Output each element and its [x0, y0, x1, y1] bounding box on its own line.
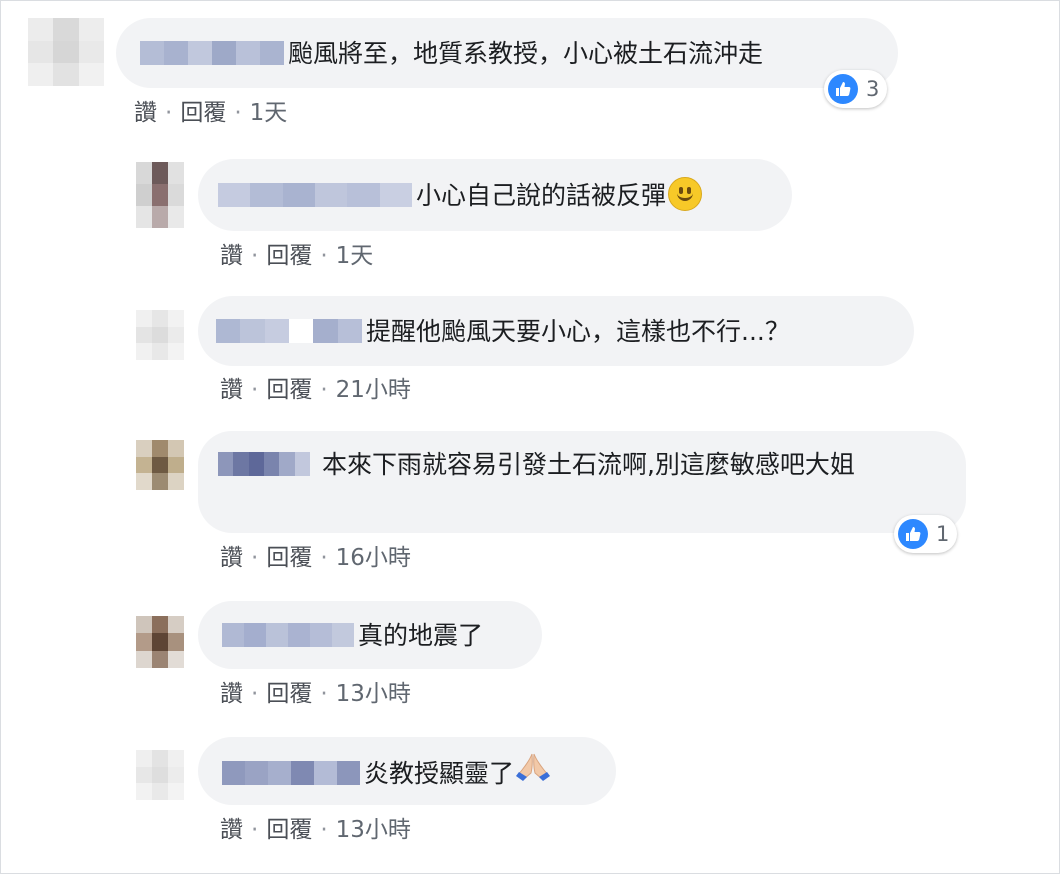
comment-bubble: 真的地震了 — [198, 601, 542, 669]
reply-link[interactable]: 回覆 — [266, 377, 312, 403]
reaction-count-text: 3 — [866, 77, 880, 101]
separator: · — [251, 817, 259, 843]
author-name[interactable] — [218, 450, 310, 476]
comment-bubble: 颱風將至，地質系教授，小心被土石流沖走 — [116, 18, 898, 88]
like-link[interactable]: 讚 — [220, 817, 243, 843]
comment-meta: 讚 · 回覆 · 1天 — [220, 236, 373, 270]
comment-text: 炎教授顯靈了 — [364, 759, 515, 788]
avatar[interactable] — [136, 440, 184, 490]
comment-bubble: 提醒他颱風天要小心，這樣也不行...？ — [198, 296, 914, 366]
comment-meta: 讚 · 回覆 · 13小時 — [220, 674, 411, 708]
comment-text: 颱風將至，地質系教授，小心被土石流沖走 — [288, 39, 764, 68]
avatar[interactable] — [136, 750, 184, 800]
comment-meta: 讚 · 回覆 · 1天 — [134, 93, 287, 127]
like-link[interactable]: 讚 — [220, 681, 243, 707]
separator: · — [165, 100, 173, 126]
reaction-count-text: 1 — [936, 522, 950, 546]
reaction-count[interactable]: 1 — [894, 515, 958, 553]
comment-bubble: 小心自己說的話被反彈 — [198, 159, 792, 231]
comment-meta: 讚 · 回覆 · 13小時 — [220, 810, 411, 844]
reply-link[interactable]: 回覆 — [266, 681, 312, 707]
avatar[interactable] — [136, 310, 184, 360]
timestamp[interactable]: 13小時 — [336, 817, 411, 843]
timestamp[interactable]: 21小時 — [336, 377, 411, 403]
comment-bubble: 炎教授顯靈了 — [198, 737, 616, 805]
separator: · — [251, 681, 259, 707]
author-name[interactable] — [216, 317, 362, 343]
timestamp[interactable]: 16小時 — [336, 545, 411, 571]
comment-text: 本來下雨就容易引發土石流啊,別這麼敏感吧大姐 — [321, 450, 855, 479]
comment-text: 真的地震了 — [358, 621, 484, 650]
separator: · — [320, 545, 328, 571]
like-link[interactable]: 讚 — [220, 243, 243, 269]
comment-meta: 讚 · 回覆 · 21小時 — [220, 370, 411, 404]
like-link[interactable]: 讚 — [220, 377, 243, 403]
comment-text: 提醒他颱風天要小心，這樣也不行...？ — [366, 317, 790, 346]
smile-emoji — [668, 177, 703, 211]
timestamp[interactable]: 13小時 — [336, 681, 411, 707]
author-name[interactable] — [140, 39, 284, 65]
separator: · — [234, 100, 242, 126]
avatar[interactable] — [136, 162, 184, 228]
separator: · — [251, 545, 259, 571]
reply-link[interactable]: 回覆 — [266, 243, 312, 269]
like-link[interactable]: 讚 — [134, 100, 157, 126]
like-link[interactable]: 讚 — [220, 545, 243, 571]
separator: · — [320, 377, 328, 403]
timestamp[interactable]: 1天 — [336, 243, 374, 269]
author-name[interactable] — [222, 621, 354, 647]
separator: · — [251, 243, 259, 269]
separator: · — [320, 243, 328, 269]
author-name[interactable] — [222, 759, 360, 785]
comment-text: 小心自己說的話被反彈 — [416, 181, 667, 210]
reaction-count[interactable]: 3 — [824, 70, 888, 108]
separator: · — [320, 817, 328, 843]
avatar[interactable] — [136, 616, 184, 668]
like-icon — [828, 74, 858, 104]
separator: · — [251, 377, 259, 403]
reply-link[interactable]: 回覆 — [266, 817, 312, 843]
reply-link[interactable]: 回覆 — [266, 545, 312, 571]
like-icon — [898, 519, 928, 549]
comment-bubble: 本來下雨就容易引發土石流啊,別這麼敏感吧大姐 — [198, 431, 966, 533]
reply-link[interactable]: 回覆 — [180, 100, 226, 126]
comment-meta: 讚 · 回覆 · 16小時 — [220, 538, 411, 572]
author-name[interactable] — [218, 181, 412, 207]
separator: · — [320, 681, 328, 707]
avatar[interactable] — [28, 18, 104, 86]
timestamp[interactable]: 1天 — [250, 100, 288, 126]
folded-hands-emoji — [514, 751, 552, 793]
